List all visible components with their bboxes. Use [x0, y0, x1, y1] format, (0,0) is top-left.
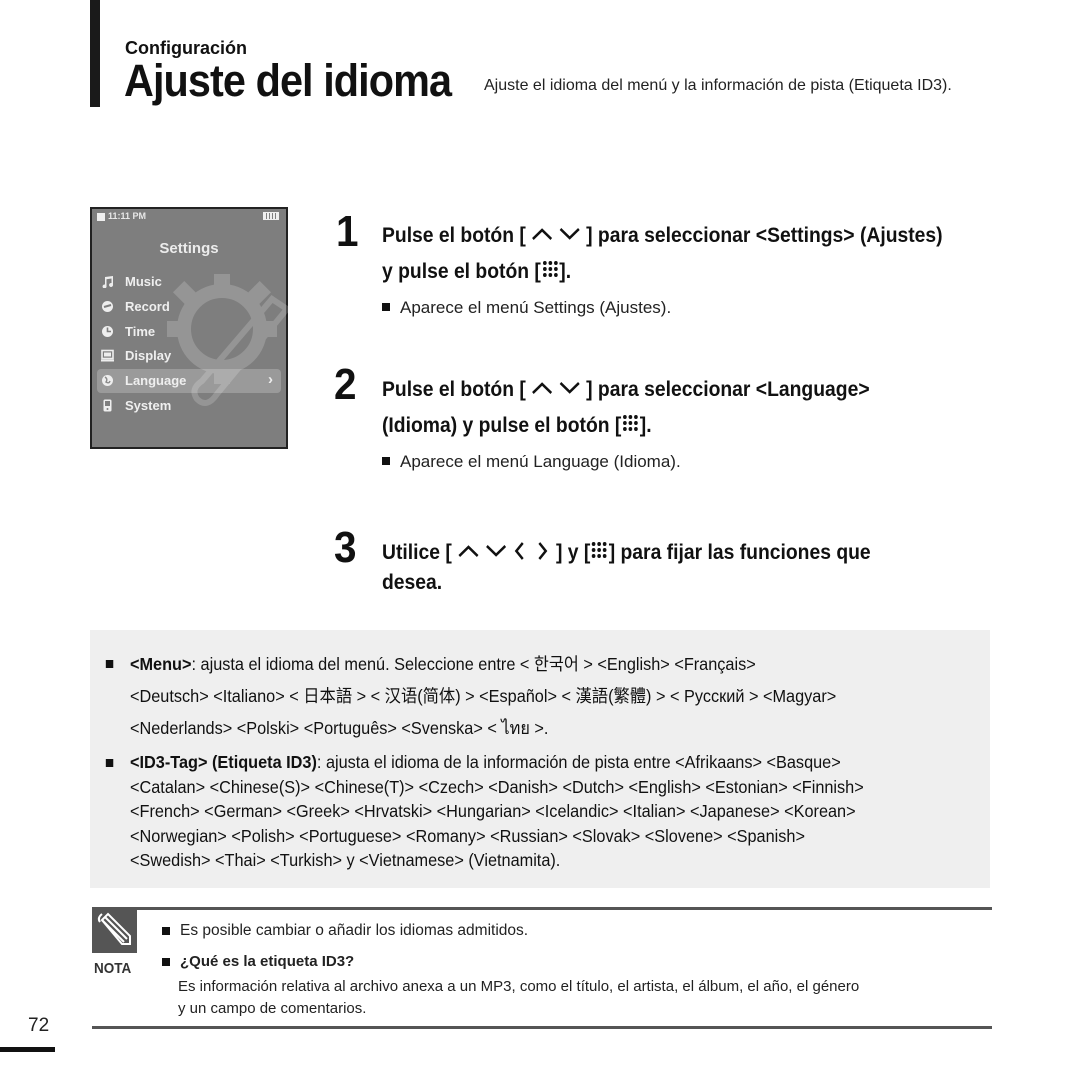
step-text: ].	[559, 260, 572, 283]
display-icon	[101, 349, 114, 362]
step-2-result: Aparece el menú Language (Idioma).	[382, 452, 681, 472]
up-button-icon	[458, 545, 479, 558]
step-1-result: Aparece el menú Settings (Ajustes).	[382, 298, 671, 318]
bullet-icon	[382, 456, 390, 465]
menu-button-icon	[592, 542, 607, 559]
device-menu-item-language[interactable]: Language ›	[97, 369, 281, 393]
info-text: : ajusta el idioma de la información de …	[316, 752, 841, 772]
note-item: Es posible cambiar o añadir los idiomas …	[162, 922, 528, 940]
step-text: (Idioma) y pulse el botón [	[382, 414, 622, 437]
bullet-icon	[105, 759, 114, 767]
device-menu-label: Music	[125, 274, 162, 289]
left-button-icon	[515, 542, 525, 561]
page-description: Ajuste el idioma del menú y la informaci…	[484, 77, 952, 94]
bullet-icon	[162, 958, 170, 966]
step-number: 1	[336, 207, 359, 256]
note-title-text: ¿Qué es la etiqueta ID3?	[180, 953, 355, 970]
step-text: Pulse el botón [	[382, 224, 526, 247]
device-menu-item-time[interactable]: Time	[97, 320, 281, 344]
note-label: NOTA	[94, 960, 132, 977]
device-menu-item-record[interactable]: Record	[97, 295, 281, 319]
info-text: <Nederlands> <Polski> <Português> <Svens…	[130, 718, 549, 738]
menu-label: <Menu>	[130, 654, 192, 674]
down-button-icon	[559, 382, 580, 395]
step-text: Pulse el botón [	[382, 378, 526, 401]
info-text: <French> <German> <Greek> <Hrvatski> <Hu…	[130, 801, 856, 821]
globe-icon	[102, 375, 113, 386]
device-screen: 11:11 PM Settings Music Record Time Disp…	[90, 207, 292, 449]
page-number-bar	[0, 1047, 55, 1052]
device-menu-item-music[interactable]: Music	[97, 270, 281, 294]
system-icon	[103, 399, 112, 412]
language-options-box: <Menu>: ajusta el idioma del menú. Selec…	[90, 630, 990, 888]
id3-language-info: <ID3-Tag> (Etiqueta ID3): ajusta el idio…	[105, 750, 911, 873]
note-pencil-icon	[92, 908, 137, 953]
note-text: y un campo de comentarios.	[178, 1000, 367, 1017]
device-menu-label: Time	[125, 324, 156, 339]
bullet-icon	[105, 660, 114, 668]
info-text: <Catalan> <Chinese(S)> <Chinese(T)> <Cze…	[130, 776, 864, 797]
note-item-title: ¿Qué es la etiqueta ID3?	[162, 953, 354, 970]
step-text: y pulse el botón [	[382, 260, 541, 283]
device-menu-label: System	[125, 398, 172, 413]
status-time: 11:11 PM	[108, 211, 147, 221]
chevron-right-icon: ›	[268, 371, 273, 388]
down-button-icon	[485, 545, 506, 558]
note-item-body: Es información relativa al archivo anexa…	[178, 976, 859, 1020]
right-button-icon	[538, 542, 548, 561]
step-text: ] para seleccionar <Settings> (Ajustes)	[586, 224, 943, 247]
battery-icon	[263, 212, 279, 220]
up-button-icon	[532, 382, 553, 395]
down-button-icon	[559, 228, 580, 241]
step-number: 3	[334, 523, 357, 572]
device-screen-title: Settings	[159, 240, 219, 257]
page-number: 72	[28, 1015, 50, 1036]
device-menu-label: Language	[125, 373, 187, 388]
status-indicator-icon	[97, 213, 105, 221]
menu-button-icon	[542, 261, 558, 278]
note-text: Es información relativa al archivo anexa…	[178, 978, 860, 995]
info-text: <Deutsch> <Italiano> < 日本語 > < 汉语(简体) > …	[130, 686, 837, 706]
menu-button-icon	[623, 415, 638, 432]
step-1-instruction: Pulse el botón [ ] para seleccionar <Set…	[382, 218, 943, 290]
device-menu-item-display[interactable]: Display	[97, 344, 281, 368]
info-text: <Norwegian> <Polish> <Portuguese> <Roman…	[130, 825, 805, 846]
step-text: ] y [	[555, 541, 591, 564]
step-3-instruction: Utilice [ ] y [ ] para fijar las funcione…	[382, 538, 871, 598]
music-note-icon	[102, 276, 114, 288]
menu-language-info: <Menu>: ajusta el idioma del menú. Selec…	[105, 648, 911, 744]
clock-icon	[102, 326, 113, 337]
id3-label: <ID3-Tag> (Etiqueta ID3)	[130, 752, 317, 772]
step-text: ] para seleccionar <Language>	[586, 378, 870, 401]
note-divider-top	[92, 907, 992, 910]
info-text: <Swedish> <Thai> <Turkish> y <Vietnamese…	[130, 850, 561, 870]
device-menu-item-system[interactable]: System	[97, 394, 281, 418]
device-menu-label: Display	[125, 348, 172, 363]
step-text: desea.	[382, 571, 443, 594]
step-2-instruction: Pulse el botón [ ] para seleccionar <Lan…	[382, 372, 870, 444]
note-divider-bottom	[92, 1026, 992, 1029]
page-title: Ajuste del idioma	[124, 55, 452, 106]
step-result-text: Aparece el menú Language (Idioma).	[400, 452, 681, 471]
header-accent-bar	[90, 0, 100, 107]
step-text: ] para fijar las funciones que	[608, 541, 871, 564]
bullet-icon	[382, 302, 390, 311]
note-text: Es posible cambiar o añadir los idiomas …	[180, 922, 529, 939]
record-icon	[102, 301, 113, 312]
step-text: ].	[639, 414, 652, 437]
step-number: 2	[334, 360, 357, 409]
step-text: Utilice [	[382, 541, 452, 564]
bullet-icon	[162, 927, 170, 935]
device-menu-label: Record	[125, 299, 170, 314]
up-button-icon	[532, 228, 553, 241]
info-text: : ajusta el idioma del menú. Seleccione …	[191, 654, 756, 674]
step-result-text: Aparece el menú Settings (Ajustes).	[400, 298, 672, 317]
